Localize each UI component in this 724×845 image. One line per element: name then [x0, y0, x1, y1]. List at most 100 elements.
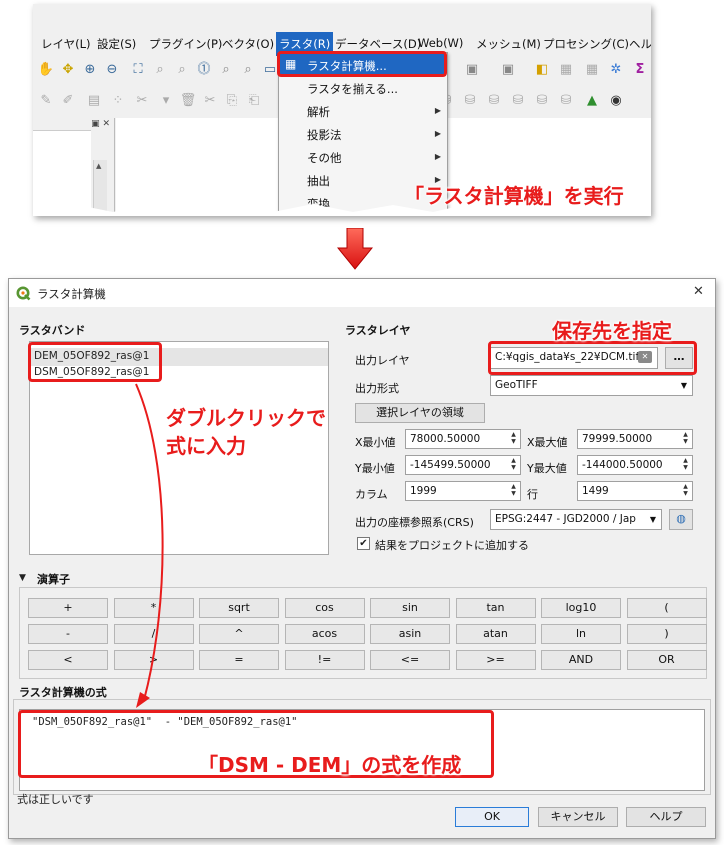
menu-item-projections[interactable]: 投影法: [307, 127, 342, 143]
spin-arrows-icon[interactable]: ▲ ▼: [680, 431, 691, 447]
operator-button[interactable]: acos: [284, 624, 365, 644]
operator-button[interactable]: sin: [370, 598, 450, 618]
expression-heading: ラスタ計算機の式: [19, 686, 107, 699]
add-point-icon[interactable]: ⁘: [109, 92, 127, 110]
operator-button[interactable]: (: [626, 598, 707, 618]
pan-hand-icon[interactable]: ✋: [37, 61, 55, 79]
operator-button[interactable]: <: [28, 650, 108, 670]
operator-button[interactable]: ): [626, 624, 707, 644]
delete-selected-icon[interactable]: 🗑: [179, 92, 197, 110]
menu-mesh[interactable]: メッシュ(M): [476, 36, 541, 52]
output-format-select[interactable]: GeoTIFF ▼: [490, 375, 693, 396]
menu-item-analysis[interactable]: 解析: [307, 104, 330, 120]
menu-help[interactable]: ヘル: [629, 36, 651, 52]
operator-button[interactable]: cos: [284, 598, 365, 618]
deselect-icon[interactable]: ◧: [533, 61, 551, 79]
statistics-sigma-icon[interactable]: Σ: [631, 61, 649, 79]
operator-button[interactable]: -: [28, 624, 108, 644]
processing-toolbox-gear-icon[interactable]: ✲: [607, 61, 625, 79]
ymin-spinbox[interactable]: -145499.50000 ▲ ▼: [405, 455, 521, 475]
spin-arrows-icon[interactable]: ▲ ▼: [680, 457, 691, 473]
select-features-icon[interactable]: ▣: [463, 61, 481, 79]
ok-button[interactable]: OK: [455, 807, 529, 827]
columns-spinbox[interactable]: 1999 ▲ ▼: [405, 481, 521, 501]
operator-button[interactable]: !=: [284, 650, 365, 670]
operator-button[interactable]: log10: [541, 598, 621, 618]
ymin-label: Y最小値: [355, 462, 395, 475]
pan-to-selection-icon[interactable]: ✥: [59, 61, 77, 79]
highlight-frame-raster-calculator: [277, 51, 447, 77]
close-icon[interactable]: ✕: [693, 284, 704, 299]
operator-button[interactable]: +: [28, 598, 108, 618]
zoom-out-icon[interactable]: ⊖: [103, 61, 121, 79]
menu-item-miscellaneous[interactable]: その他: [307, 150, 342, 166]
cut-features-icon[interactable]: ✂: [201, 92, 219, 110]
xmax-spinbox[interactable]: 79999.50000 ▲ ▼: [577, 429, 693, 449]
label-tool-2-icon[interactable]: ⛁: [461, 92, 479, 110]
globe-plugin-icon[interactable]: ◉: [607, 92, 625, 110]
operator-button[interactable]: asin: [370, 624, 450, 644]
highlight-frame-raster-bands: [28, 342, 162, 382]
rows-spinbox[interactable]: 1499 ▲ ▼: [577, 481, 693, 501]
crs-select[interactable]: EPSG:2447 - JGD2000 / Jap ▼: [490, 509, 662, 530]
operator-button[interactable]: atan: [455, 624, 536, 644]
spin-arrows-icon[interactable]: ▲ ▼: [508, 431, 519, 447]
menu-processing[interactable]: プロセシング(C): [543, 36, 629, 52]
operator-button[interactable]: ln: [541, 624, 621, 644]
copy-features-icon[interactable]: ⎘: [223, 92, 241, 110]
menu-item-align-rasters[interactable]: ラスタを揃える...: [307, 81, 398, 97]
zoom-full-icon[interactable]: ⛶: [129, 61, 147, 79]
xmin-spinbox[interactable]: 78000.50000 ▲ ▼: [405, 429, 521, 449]
zoom-layer-icon[interactable]: ⌕: [173, 61, 191, 79]
zoom-in-icon[interactable]: ⊕: [81, 61, 99, 79]
add-to-project-checkbox[interactable]: ✔: [357, 537, 370, 550]
zoom-last-icon[interactable]: ⌕: [217, 61, 235, 79]
spin-arrows-icon[interactable]: ▲ ▼: [508, 457, 519, 473]
label-tool-4-icon[interactable]: ⛁: [509, 92, 527, 110]
operator-button[interactable]: ^: [199, 624, 279, 644]
label-tool-5-icon[interactable]: ⛁: [533, 92, 551, 110]
ymax-spinbox[interactable]: -144000.50000 ▲ ▼: [577, 455, 693, 475]
selected-layer-extent-button[interactable]: 選択レイヤの領域: [355, 403, 485, 423]
select-by-value-icon[interactable]: ▣: [499, 61, 517, 79]
spin-arrows-icon[interactable]: ▲ ▼: [680, 483, 691, 499]
paste-features-icon[interactable]: ⎗: [245, 92, 263, 110]
menu-layer[interactable]: レイヤ(L): [41, 36, 91, 52]
operator-button[interactable]: >=: [455, 650, 536, 670]
annotation-create-expression: 「DSM - DEM」の式を作成: [198, 753, 462, 777]
operator-button[interactable]: <=: [370, 650, 450, 670]
operator-button[interactable]: tan: [455, 598, 536, 618]
crs-selector-button[interactable]: ◍: [669, 509, 693, 530]
qgis-logo-icon: [16, 286, 31, 301]
scroll-up-arrow-icon[interactable]: ▲: [96, 162, 101, 170]
attribute-table-icon[interactable]: ▦: [557, 61, 575, 79]
operator-button[interactable]: sqrt: [199, 598, 279, 618]
spin-arrows-icon[interactable]: ▲ ▼: [508, 483, 519, 499]
cancel-button[interactable]: キャンセル: [538, 807, 618, 827]
operators-heading[interactable]: 演算子: [37, 571, 70, 587]
help-button[interactable]: ヘルプ: [626, 807, 706, 827]
menu-vector[interactable]: ベクタ(O): [222, 36, 274, 52]
save-edits-icon[interactable]: ▤: [85, 92, 103, 110]
menu-settings[interactable]: 設定(S): [97, 36, 136, 52]
modify-attributes-icon[interactable]: ▾: [157, 92, 175, 110]
label-tool-6-icon[interactable]: ⛁: [557, 92, 575, 110]
zoom-next-icon[interactable]: ⌕: [239, 61, 257, 79]
menu-database[interactable]: データベース(D): [335, 36, 421, 52]
operator-button[interactable]: =: [199, 650, 279, 670]
menu-plugins[interactable]: プラグイン(P): [149, 36, 222, 52]
zoom-native-icon[interactable]: ⓵: [195, 61, 213, 79]
panel-float-close-icon[interactable]: ▣ ✕: [91, 119, 110, 129]
field-calculator-icon[interactable]: ▦: [583, 61, 601, 79]
zoom-selection-icon[interactable]: ⌕: [151, 61, 169, 79]
menu-web[interactable]: Web(W): [418, 36, 463, 50]
operator-button[interactable]: AND: [541, 650, 621, 670]
edit-pencil-icon[interactable]: ✎: [37, 92, 55, 110]
label-tool-3-icon[interactable]: ⛁: [485, 92, 503, 110]
operator-button[interactable]: OR: [626, 650, 707, 670]
menu-item-extraction[interactable]: 抽出: [307, 173, 330, 189]
collapse-triangle-icon[interactable]: ▼: [19, 573, 26, 583]
triangle-tool-icon[interactable]: ▲: [583, 92, 601, 110]
toggle-edit-icon[interactable]: ✐: [59, 92, 77, 110]
vertex-tool-icon[interactable]: ✂: [133, 92, 151, 110]
